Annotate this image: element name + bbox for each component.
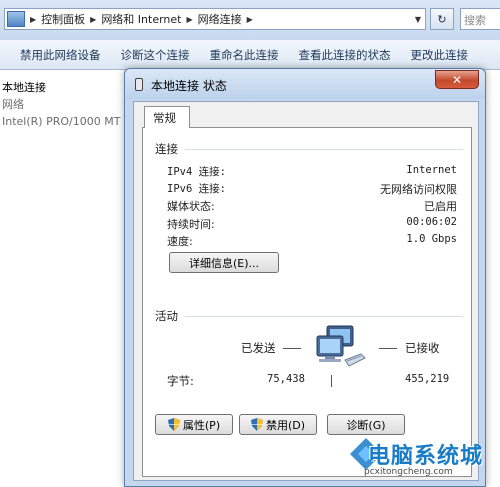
- properties-button[interactable]: 属性(P): [155, 414, 233, 435]
- refresh-icon[interactable]: ↻: [430, 8, 454, 30]
- disable-button-label: 禁用(D): [265, 418, 306, 432]
- details-button-label: 详细信息(E)...: [188, 256, 260, 270]
- activity-group-label: 活动: [155, 309, 178, 323]
- connection-network: 网络: [2, 98, 24, 111]
- uac-shield-icon: [250, 418, 263, 431]
- close-button[interactable]: ✕: [435, 70, 479, 89]
- view-status-button[interactable]: 查看此连接的状态: [299, 47, 391, 63]
- speed-row: 速度: 1.0 Gbps: [167, 233, 457, 249]
- diagnose-button-label: 诊断(G): [346, 418, 386, 432]
- connection-group-label: 连接: [155, 142, 178, 156]
- connection-adapter: Intel(R) PRO/1000 MT: [2, 115, 121, 128]
- breadcrumb-separator-icon[interactable]: ▶: [247, 15, 253, 24]
- duration-value: 00:06:02: [406, 216, 457, 228]
- ipv4-label: IPv4 连接:: [167, 166, 226, 178]
- media-state-value: 已启用: [424, 200, 457, 213]
- breadcrumb-separator-icon[interactable]: ▶: [90, 15, 96, 24]
- media-state-row: 媒体状态: 已启用: [167, 198, 457, 214]
- sent-dash: [283, 348, 301, 349]
- received-label: 已接收: [405, 341, 440, 355]
- speed-value: 1.0 Gbps: [406, 233, 457, 245]
- watermark-text: 电脑系统城: [368, 444, 484, 469]
- change-settings-button[interactable]: 更改此连接: [411, 47, 469, 63]
- control-panel-icon: [7, 11, 25, 27]
- rename-connection-button[interactable]: 重命名此连接: [210, 47, 279, 63]
- breadcrumb-control-panel[interactable]: 控制面板: [41, 11, 85, 27]
- breadcrumb-network-connections[interactable]: 网络连接: [198, 11, 242, 27]
- list-item[interactable]: 本地连接 网络 Intel(R) PRO/1000 MT: [2, 79, 132, 130]
- diagnose-connection-button[interactable]: 诊断这个连接: [121, 47, 190, 63]
- disable-device-button[interactable]: 禁用此网络设备: [20, 47, 101, 63]
- breadcrumb-separator-icon[interactable]: ▶: [30, 15, 36, 24]
- bytes-label: 字节:: [167, 374, 194, 388]
- dialog-title: 本地连接 状态: [151, 79, 227, 93]
- properties-button-label: 属性(P): [182, 418, 221, 432]
- close-icon: ✕: [451, 72, 463, 87]
- ipv6-value: 无网络访问权限: [380, 183, 457, 196]
- breadcrumb-network-internet[interactable]: 网络和 Internet: [101, 11, 181, 27]
- command-toolbar: 禁用此网络设备 诊断这个连接 重命名此连接 查看此连接的状态 更改此连接: [0, 40, 500, 70]
- uac-shield-icon: [167, 418, 180, 431]
- sent-label: 已发送: [241, 341, 276, 355]
- duration-label: 持续时间:: [167, 218, 215, 231]
- ipv6-row: IPv6 连接: 无网络访问权限: [167, 181, 457, 197]
- network-adapter-icon: [135, 78, 143, 91]
- dialog-client: 常规 连接 IPv4 连接: Internet IPv6 连接: 无网络访问权限…: [133, 101, 479, 481]
- dialog-title-bar[interactable]: 本地连接 状态 ✕: [125, 69, 485, 99]
- address-bar[interactable]: ▶ 控制面板 ▶ 网络和 Internet ▶ 网络连接 ▶: [4, 8, 426, 30]
- address-dropdown-icon[interactable]: ▼: [410, 9, 426, 29]
- group-divider: [185, 316, 463, 317]
- network-computers-icon: [316, 325, 366, 367]
- connections-list: 本地连接 网络 Intel(R) PRO/1000 MT: [0, 71, 130, 487]
- duration-row: 持续时间: 00:06:02: [167, 216, 457, 232]
- bytes-sent-value: 75,438: [267, 373, 305, 385]
- details-button[interactable]: 详细信息(E)...: [169, 252, 279, 273]
- received-dash: [379, 348, 397, 349]
- connection-name: 本地连接: [2, 81, 46, 94]
- breadcrumb-separator-icon[interactable]: ▶: [187, 15, 193, 24]
- media-state-label: 媒体状态:: [167, 200, 215, 213]
- tab-page-general: 连接 IPv4 连接: Internet IPv6 连接: 无网络访问权限 媒体…: [142, 127, 472, 477]
- site-watermark: 电脑系统城 pcxitongcheng.com: [346, 434, 500, 487]
- status-dialog: 本地连接 状态 ✕ 常规 连接 IPv4 连接: Internet IPv6 连…: [124, 68, 486, 487]
- ipv4-row: IPv4 连接: Internet: [167, 164, 457, 180]
- watermark-url: pcxitongcheng.com: [364, 467, 453, 477]
- speed-label: 速度:: [167, 235, 193, 248]
- diagnose-button[interactable]: 诊断(G): [327, 414, 405, 435]
- bytes-received-value: 455,219: [405, 373, 450, 385]
- disable-button[interactable]: 禁用(D): [239, 414, 317, 435]
- tab-general[interactable]: 常规: [144, 106, 190, 128]
- ipv6-label: IPv6 连接:: [167, 183, 226, 195]
- activity-divider: [331, 375, 332, 387]
- ipv4-value: Internet: [406, 164, 457, 176]
- search-input[interactable]: 搜索: [460, 8, 500, 30]
- group-divider: [185, 149, 463, 150]
- explorer-address-area: ▶ 控制面板 ▶ 网络和 Internet ▶ 网络连接 ▶ ▼ ↻ 搜索: [0, 0, 500, 40]
